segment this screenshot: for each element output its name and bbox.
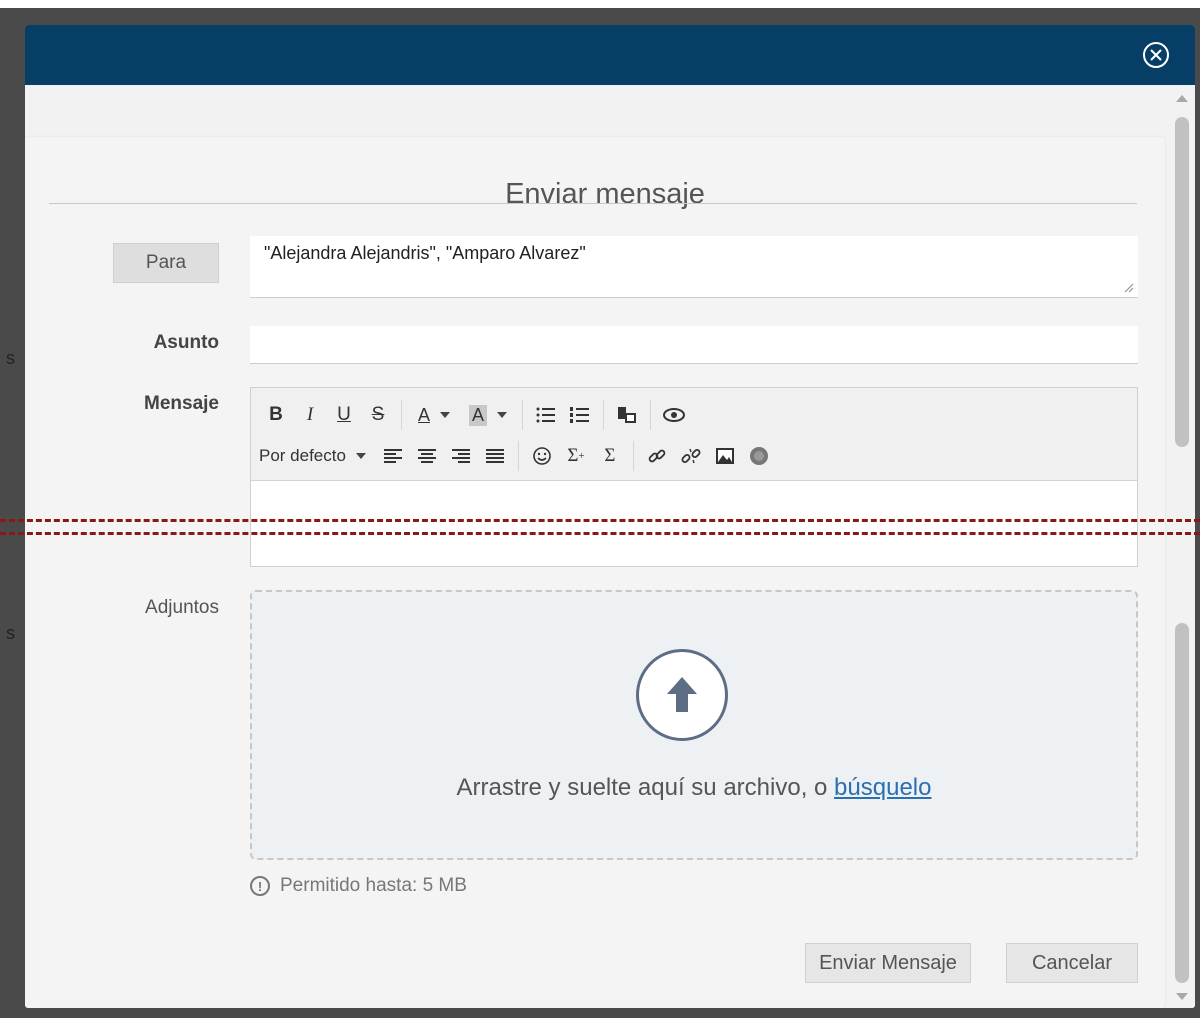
resize-grip-icon[interactable] (1124, 283, 1134, 293)
rich-text-editor: B I U S A A Por defecto Σ + Σ (250, 387, 1138, 567)
text-color-icon[interactable]: A (408, 400, 460, 430)
special-icon[interactable] (742, 441, 776, 471)
to-button[interactable]: Para (113, 243, 219, 283)
cut-line (0, 532, 1200, 535)
paste-icon[interactable] (610, 400, 651, 430)
dialog-content: Enviar mensaje Para "Alejandra Alejandri… (25, 85, 1171, 1008)
align-right-icon[interactable] (444, 441, 478, 471)
toolbar-row-2: Por defecto Σ + Σ (259, 438, 776, 474)
italic-icon[interactable]: I (293, 400, 327, 430)
preview-eye-icon[interactable] (657, 400, 691, 430)
dialog-titlebar (25, 25, 1195, 85)
backdrop-edge-text: s (6, 348, 15, 368)
to-field[interactable]: "Alejandra Alejandris", "Amparo Alvarez" (250, 236, 1138, 298)
scrollbar[interactable] (1171, 87, 1195, 1008)
toolbar-row-1: B I U S A A (259, 397, 691, 433)
numbered-list-icon[interactable] (563, 400, 604, 430)
image-icon[interactable] (708, 441, 742, 471)
scrollbar-thumb[interactable] (1175, 117, 1189, 447)
file-dropzone[interactable]: Arrastre y suelte aquí su archivo, o bús… (250, 590, 1138, 860)
bold-icon[interactable]: B (259, 400, 293, 430)
title-divider (49, 203, 1137, 204)
info-icon: ! (250, 876, 270, 896)
file-size-limit-text: Permitido hasta: 5 MB (280, 875, 467, 896)
underline-icon[interactable]: U (327, 400, 361, 430)
message-body-input[interactable] (251, 481, 1137, 566)
bulleted-list-icon[interactable] (529, 400, 563, 430)
send-message-button[interactable]: Enviar Mensaje (805, 943, 971, 983)
cut-line (0, 519, 1200, 522)
chevron-down-icon (497, 412, 507, 418)
close-circle-icon (1143, 42, 1169, 68)
unlink-icon[interactable] (674, 441, 708, 471)
message-label: Mensaje (144, 393, 219, 414)
send-message-dialog: Enviar mensaje Para "Alejandra Alejandri… (25, 25, 1195, 1008)
chevron-down-icon (440, 412, 450, 418)
attachments-label: Adjuntos (145, 597, 219, 618)
emoji-icon[interactable] (525, 441, 559, 471)
to-field-value: "Alejandra Alejandris", "Amparo Alvarez" (264, 243, 586, 263)
align-justify-icon[interactable] (478, 441, 519, 471)
file-size-limit: ! Permitido hasta: 5 MB (250, 875, 467, 897)
sum-icon[interactable]: Σ (593, 441, 634, 471)
chevron-down-icon (355, 453, 366, 459)
scroll-down-arrow-icon[interactable] (1176, 993, 1188, 1000)
dropzone-text: Arrastre y suelte aquí su archivo, o bús… (252, 774, 1136, 802)
font-select[interactable]: Por defecto (259, 441, 376, 471)
browse-link[interactable]: búsquelo (834, 774, 931, 801)
subject-label: Asunto (153, 332, 219, 353)
background-color-icon[interactable]: A (460, 400, 523, 430)
dialog-title: Enviar mensaje (505, 178, 705, 210)
scrollbar-thumb-lower[interactable] (1175, 623, 1189, 983)
link-icon[interactable] (640, 441, 674, 471)
align-center-icon[interactable] (410, 441, 444, 471)
align-left-icon[interactable] (376, 441, 410, 471)
editor-toolbar: B I U S A A Por defecto Σ + Σ (251, 388, 1137, 481)
cancel-button[interactable]: Cancelar (1006, 943, 1138, 983)
close-button[interactable] (1141, 40, 1171, 70)
font-select-value: Por defecto (259, 446, 346, 465)
formula-icon[interactable]: Σ + (559, 441, 593, 471)
upload-button[interactable] (636, 649, 728, 741)
scroll-up-arrow-icon[interactable] (1176, 95, 1188, 102)
backdrop-edge-text: s (6, 623, 15, 643)
subject-input[interactable] (250, 326, 1138, 364)
strikethrough-icon[interactable]: S (361, 400, 402, 430)
dropzone-instruction: Arrastre y suelte aquí su archivo, o (456, 774, 835, 801)
upload-arrow-icon (667, 677, 697, 712)
